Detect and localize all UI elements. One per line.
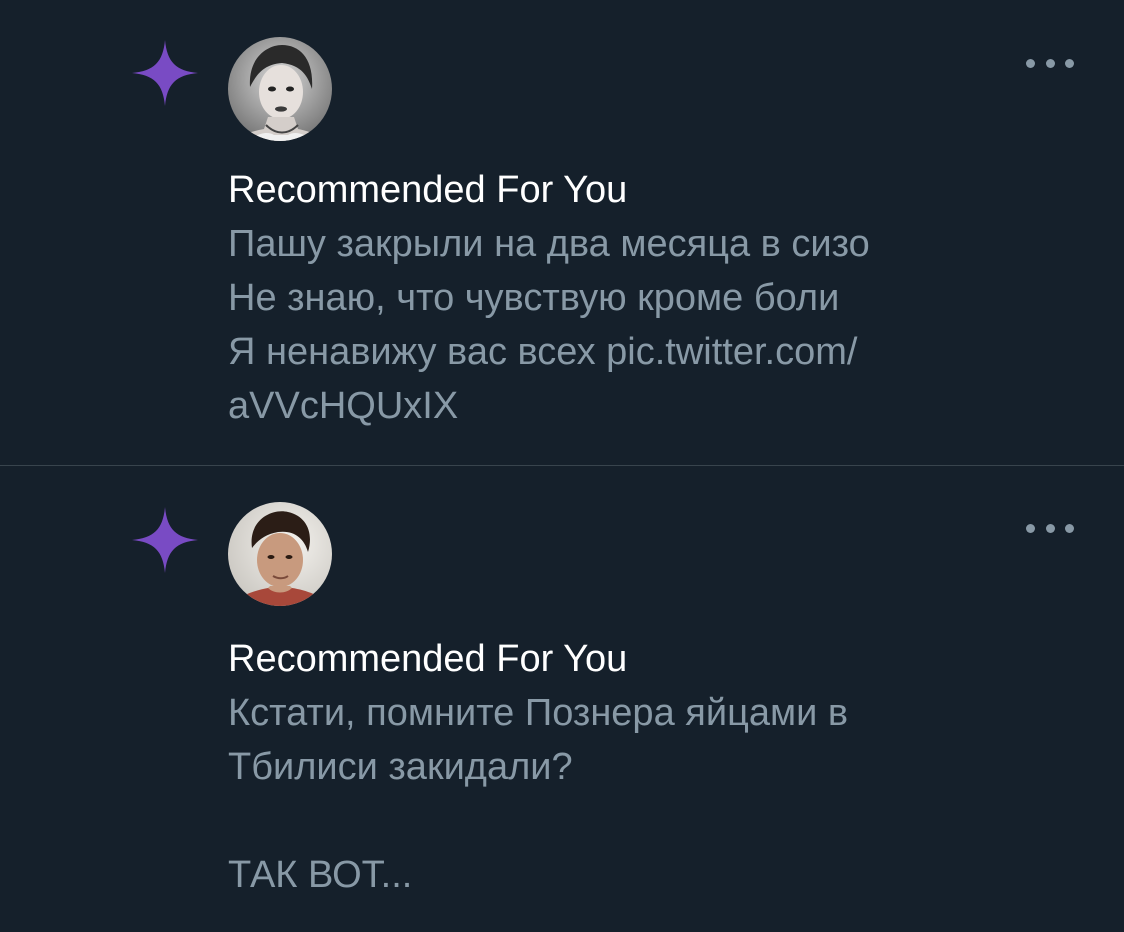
avatar[interactable] <box>228 502 332 606</box>
notification-content: Recommended For You Пашу закрыли на два … <box>228 163 1088 433</box>
notification-title: Recommended For You <box>228 638 628 680</box>
tweet-text-line: ТАК ВОТ... <box>228 854 413 896</box>
more-dot <box>1026 58 1035 68</box>
more-dot <box>1045 523 1055 533</box>
more-dot <box>1045 58 1055 68</box>
more-dot <box>1065 58 1074 68</box>
tweet-text-line: Кстати, помните Познера яйцами в <box>228 692 849 734</box>
tweet-text-line: Тбилиси закидали? <box>228 746 573 788</box>
sparkle-icon <box>132 507 198 573</box>
user-avatar-image <box>228 37 332 141</box>
notifications-feed: Recommended For You Пашу закрыли на два … <box>0 0 1124 932</box>
more-dot <box>1026 523 1035 533</box>
user-avatar-image <box>228 502 332 606</box>
tweet-text[interactable]: Кстати, помните Познера яйцами в Тбилиси… <box>228 686 1088 902</box>
more-dot <box>1065 523 1074 533</box>
tweet-text-line: Пашу закрыли на два месяца в сизо <box>228 223 870 265</box>
tweet-text[interactable]: Пашу закрыли на два месяца в сизо Не зна… <box>228 217 1088 433</box>
more-options-icon[interactable] <box>1026 53 1074 73</box>
sparkle-icon <box>132 40 198 106</box>
notification-item[interactable]: Recommended For You Кстати, помните Позн… <box>0 466 1124 932</box>
notification-item[interactable]: Recommended For You Пашу закрыли на два … <box>0 0 1124 465</box>
notification-title: Recommended For You <box>228 169 628 211</box>
tweet-text-line <box>228 794 1088 848</box>
more-options-icon[interactable] <box>1026 518 1074 538</box>
tweet-text-line: aVVcHQUxIX <box>228 385 459 427</box>
tweet-text-line: Не знаю, что чувствую кроме боли <box>228 277 840 319</box>
notification-content: Recommended For You Кстати, помните Позн… <box>228 632 1088 902</box>
tweet-text-line: Я ненавижу вас всех pic.twitter.com/ <box>228 331 858 373</box>
avatar[interactable] <box>228 37 332 141</box>
